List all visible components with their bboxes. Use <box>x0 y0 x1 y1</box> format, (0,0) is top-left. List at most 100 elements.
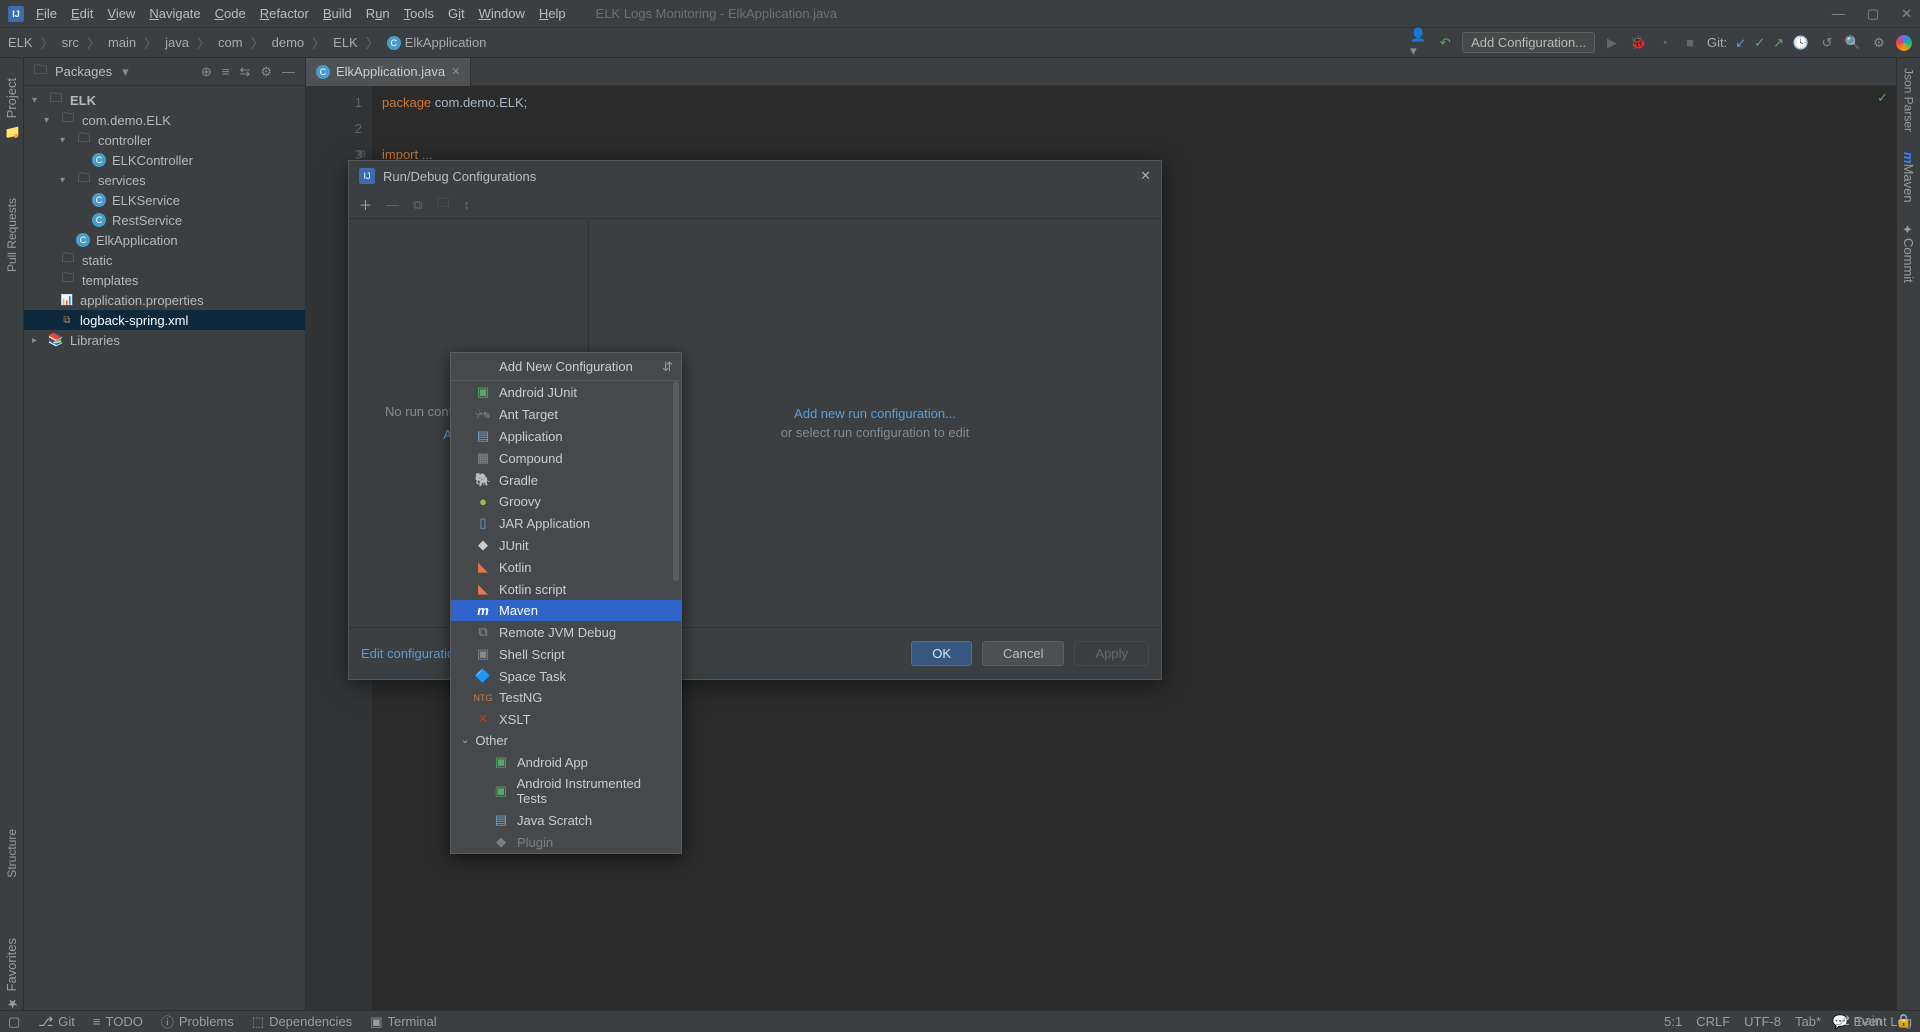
popup-item-android-tests[interactable]: ▣Android Instrumented Tests <box>451 773 681 809</box>
popup-item-shell[interactable]: ▣Shell Script <box>451 643 681 665</box>
crumb-src[interactable]: src <box>62 35 79 50</box>
build-back-icon[interactable]: ↶ <box>1436 34 1454 52</box>
tree-elkapp[interactable]: CElkApplication <box>24 230 305 250</box>
menu-navigate[interactable]: Navigate <box>149 6 200 21</box>
tree-appprops[interactable]: 📊application.properties <box>24 290 305 310</box>
code-with-me-icon[interactable] <box>1896 35 1912 51</box>
user-icon[interactable]: 👤▾ <box>1410 34 1428 52</box>
menu-run[interactable]: Run <box>366 6 390 21</box>
search-icon[interactable]: 🔍 <box>1844 34 1862 52</box>
menu-code[interactable]: Code <box>215 6 246 21</box>
popup-item-application[interactable]: ▤Application <box>451 425 681 447</box>
menu-git[interactable]: Git <box>448 6 465 21</box>
menu-file[interactable]: File <box>36 6 57 21</box>
tab-elkapplication[interactable]: C ElkApplication.java ✕ <box>306 58 471 86</box>
debug-icon[interactable]: 🐞 <box>1629 34 1647 52</box>
tree-root[interactable]: ▾🗀ELK <box>24 90 305 110</box>
maximize-icon[interactable]: ▢ <box>1867 6 1879 22</box>
git-update-icon[interactable]: ↙ <box>1735 35 1746 51</box>
cursor-position[interactable]: 5:1 <box>1664 1014 1682 1029</box>
add-new-run-config-link[interactable]: Add new run configuration... <box>794 406 956 421</box>
menu-help[interactable]: Help <box>539 6 566 21</box>
close-icon[interactable]: ✕ <box>1901 6 1912 22</box>
popup-item-kotlin[interactable]: ◣Kotlin <box>451 556 681 578</box>
tree-static[interactable]: 🗀static <box>24 250 305 270</box>
popup-scrollbar[interactable] <box>673 381 679 581</box>
dependencies-tool-button[interactable]: ⬚Dependencies <box>252 1014 352 1030</box>
expand-all-icon[interactable]: ≡ <box>222 64 230 80</box>
tree-elkcontroller[interactable]: CELKController <box>24 150 305 170</box>
chevron-down-icon[interactable]: ▾ <box>122 64 129 80</box>
maven-tool-button[interactable]: mMaven <box>1901 152 1916 203</box>
crumb-java[interactable]: java <box>165 35 189 50</box>
menu-edit[interactable]: Edit <box>71 6 93 21</box>
panel-settings-icon[interactable]: ⚙ <box>260 64 272 80</box>
file-encoding[interactable]: UTF-8 <box>1744 1014 1781 1029</box>
tree-logback[interactable]: ⧉logback-spring.xml <box>24 310 305 330</box>
git-commit-icon[interactable]: ✓ <box>1754 35 1765 51</box>
structure-tool-button[interactable]: Structure <box>5 829 19 878</box>
crumb-elkpkg[interactable]: ELK <box>333 35 358 50</box>
popup-item-android-junit[interactable]: ▣Android JUnit <box>451 381 681 403</box>
crumb-main[interactable]: main <box>108 35 136 50</box>
indent-label[interactable]: Tab* <box>1795 1014 1821 1029</box>
commit-tool-button[interactable]: ✦Commit <box>1901 223 1916 283</box>
popup-item-jar[interactable]: ▯JAR Application <box>451 512 681 534</box>
settings-icon[interactable]: ⚙ <box>1870 34 1888 52</box>
tree-restservice[interactable]: CRestService <box>24 210 305 230</box>
popup-item-remote-jvm[interactable]: ⧉Remote JVM Debug <box>451 621 681 643</box>
popup-item-gradle[interactable]: 🐘Gradle <box>451 469 681 491</box>
hide-panel-icon[interactable]: — <box>282 64 295 80</box>
add-config-icon[interactable]: ＋ <box>359 195 372 214</box>
tree-package[interactable]: ▾🗀com.demo.ELK <box>24 110 305 130</box>
menu-view[interactable]: View <box>107 6 135 21</box>
rollback-icon[interactable]: ↺ <box>1818 34 1836 52</box>
filter-icon[interactable]: ⇵ <box>662 359 673 375</box>
menu-window[interactable]: Window <box>479 6 525 21</box>
popup-item-junit[interactable]: ◆JUnit <box>451 534 681 556</box>
line-separator[interactable]: CRLF <box>1696 1014 1730 1029</box>
minimize-icon[interactable]: — <box>1832 6 1845 22</box>
popup-item-compound[interactable]: ▦Compound <box>451 447 681 469</box>
problems-tool-button[interactable]: ⓘProblems <box>161 1012 234 1031</box>
toolwindow-icon[interactable]: ▢ <box>8 1014 20 1030</box>
history-icon[interactable]: 🕓 <box>1792 34 1810 52</box>
dialog-close-icon[interactable]: ✕ <box>1140 168 1151 184</box>
popup-item-maven[interactable]: mMaven <box>451 600 681 621</box>
collapse-all-icon[interactable]: ⇆ <box>239 64 250 80</box>
git-tool-button[interactable]: ⎇Git <box>38 1014 75 1030</box>
popup-item-java-scratch[interactable]: ▤Java Scratch <box>451 809 681 831</box>
popup-item-groovy[interactable]: ●Groovy <box>451 491 681 512</box>
lock-icon[interactable]: 🔒 <box>1896 1013 1912 1029</box>
crumb-elkapp[interactable]: ElkApplication <box>405 35 487 50</box>
locate-icon[interactable]: ⊕ <box>201 64 212 80</box>
popup-item-plugin[interactable]: ◆Plugin <box>451 831 681 853</box>
git-branch[interactable]: ⎇ main <box>1835 1013 1882 1029</box>
crumb-demo[interactable]: demo <box>272 35 305 50</box>
todo-tool-button[interactable]: ≡TODO <box>93 1014 143 1029</box>
crumb-elk[interactable]: ELK <box>8 35 33 50</box>
tree-libraries[interactable]: ▸📚Libraries <box>24 330 305 350</box>
coverage-icon[interactable]: ◔ <box>1655 34 1673 52</box>
inspection-ok-icon[interactable]: ✓ <box>1877 90 1888 106</box>
terminal-tool-button[interactable]: ▣Terminal <box>370 1014 436 1030</box>
favorites-tool-button[interactable]: ★Favorites <box>4 938 19 1010</box>
popup-item-testng[interactable]: NTGTestNG <box>451 687 681 708</box>
json-parser-tool-button[interactable]: Json Parser <box>1902 68 1916 132</box>
menu-refactor[interactable]: Refactor <box>260 6 309 21</box>
popup-item-kotlin-script[interactable]: ◣Kotlin script <box>451 578 681 600</box>
view-mode-label[interactable]: Packages <box>55 64 112 79</box>
tree-services[interactable]: ▾🗀services <box>24 170 305 190</box>
tree-elkservice[interactable]: CELKService <box>24 190 305 210</box>
project-tool-button[interactable]: 📁Project <box>4 78 19 138</box>
menu-build[interactable]: Build <box>323 6 352 21</box>
pull-requests-tool-button[interactable]: Pull Requests <box>5 198 19 272</box>
close-tab-icon[interactable]: ✕ <box>451 65 460 78</box>
ok-button[interactable]: OK <box>911 641 972 666</box>
cancel-button[interactable]: Cancel <box>982 641 1064 666</box>
git-push-icon[interactable]: ↗ <box>1773 35 1784 51</box>
run-icon[interactable]: ▶ <box>1603 34 1621 52</box>
tree-controller[interactable]: ▾🗀controller <box>24 130 305 150</box>
popup-item-space[interactable]: 🔷Space Task <box>451 665 681 687</box>
add-configuration-button[interactable]: Add Configuration... <box>1462 32 1595 53</box>
